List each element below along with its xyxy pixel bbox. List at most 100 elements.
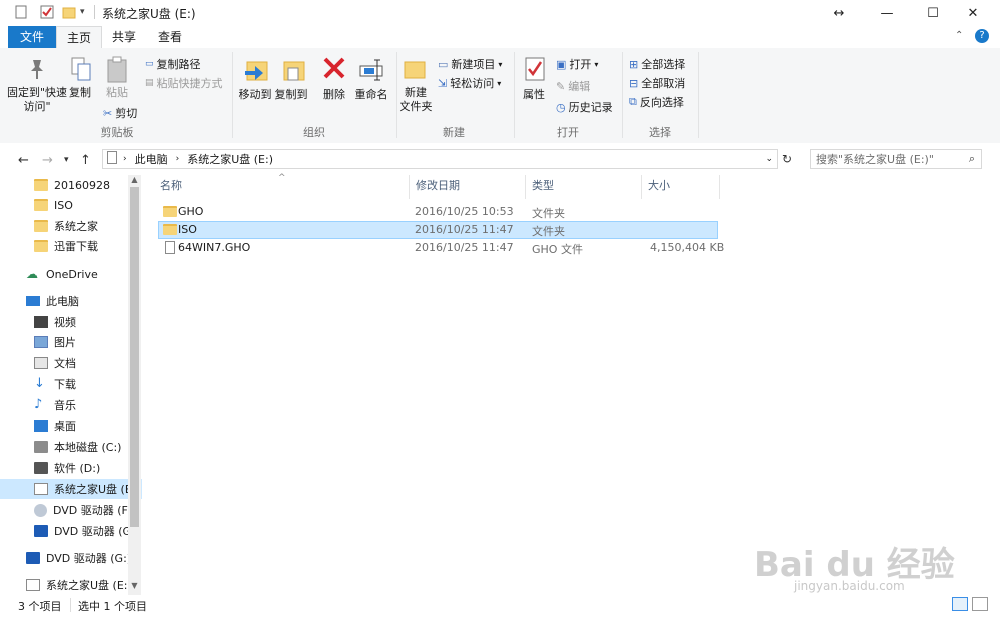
nav-scrollbar[interactable]: ▲ ▼ [128,175,141,595]
tab-share[interactable]: 共享 [104,26,144,48]
dvd-icon [34,503,47,517]
breadcrumb-separator-icon: › [175,154,180,164]
column-header-date[interactable]: 修改日期 [410,175,526,199]
address-bar[interactable]: › 此电脑 › 系统之家U盘 (E:) ⌄ [102,149,778,169]
select-all-icon: ⊞ [629,57,639,71]
file-row-64win7-gho[interactable]: 64WIN7.GHO 2016/10/25 11:47 GHO 文件 4,150… [158,239,724,257]
item-count: 3 个项目 [18,600,62,613]
folder-icon [34,240,48,252]
details-view-icon[interactable] [952,597,968,611]
window-title: 系统之家U盘 (E:) [102,7,196,21]
file-icon [165,241,175,257]
new-item-icon: ▭ [438,57,449,71]
forward-arrow-icon[interactable]: → [42,153,53,168]
download-icon: ↓ [34,376,45,391]
new-folder-icon[interactable] [62,5,76,19]
dvd-icon [26,552,40,564]
column-header-type[interactable]: 类型 [526,175,642,199]
move-to-icon [243,56,269,87]
edit-button[interactable]: ✎ 编辑 [556,78,590,94]
folder-icon [163,224,177,238]
file-list: ^ 名称 修改日期 类型 大小 GHO 2016/10/25 10:53 文件夹… [142,173,1000,595]
minimize-button[interactable]: — [864,0,910,26]
document-icon[interactable] [14,5,28,19]
copy-path-icon: ▭ [145,59,154,69]
drive-icon [34,462,48,474]
history-button[interactable]: ◷ 历史记录 [556,99,613,115]
pin-quick-access-button[interactable]: 固定到"快速访问" [6,86,68,114]
paste-icon [106,56,128,87]
tab-view[interactable]: 查看 [150,26,190,48]
group-divider [622,52,623,138]
new-item-button[interactable]: ▭ 新建项目 ▾ [438,56,502,72]
invert-selection-icon: ⧉ [629,95,637,108]
copy-path-button[interactable]: ▭ 复制路径 [145,56,201,72]
select-none-button[interactable]: ⊟ 全部取消 [629,75,685,91]
file-date: 2016/10/25 10:53 [415,205,514,218]
move-to-button[interactable]: 移动到 [236,88,274,102]
group-divider [232,52,233,138]
file-row-iso[interactable]: ISO 2016/10/25 11:47 文件夹 [158,221,718,239]
address-row: ← → ▾ ↑ › 此电脑 › 系统之家U盘 (E:) ⌄ ↻ 搜索"系统之家U… [0,143,1000,175]
select-all-button[interactable]: ⊞ 全部选择 [629,56,685,72]
file-size: 4,150,404 KB [650,241,725,254]
edit-icon: ✎ [556,79,566,93]
breadcrumb-current-drive[interactable]: 系统之家U盘 (E:) [187,151,273,167]
address-dropdown-icon[interactable]: ⌄ [765,154,773,164]
paste-button[interactable]: 粘贴 [102,86,132,100]
select-none-icon: ⊟ [629,76,639,90]
pin-icon [27,58,47,83]
scrollbar-thumb[interactable] [130,187,139,527]
file-type: 文件夹 [532,225,565,238]
search-input[interactable]: 搜索"系统之家U盘 (E:)" ⌕ [810,149,982,169]
open-group-label: 打开 [557,126,579,139]
paste-shortcut-button[interactable]: ▤ 粘贴快捷方式 [145,75,223,91]
back-arrow-icon[interactable]: ← [18,153,29,168]
file-name: 64WIN7.GHO [178,241,251,254]
folder-icon [34,220,48,232]
scroll-up-icon[interactable]: ▲ [128,175,141,187]
rename-icon [358,58,384,85]
recent-locations-chevron-icon[interactable]: ▾ [64,155,69,165]
divider [94,5,95,19]
delete-icon [322,56,346,83]
drive-location-icon [107,151,117,167]
delete-button[interactable]: 删除 [318,88,350,102]
collapse-ribbon-icon[interactable]: ⌃ [955,30,963,41]
copy-to-button[interactable]: 复制到 [272,88,310,102]
open-button[interactable]: ▣ 打开 ▾ [556,56,598,72]
tab-home[interactable]: 主页 [56,26,102,49]
open-icon: ▣ [556,57,567,71]
file-row-gho[interactable]: GHO 2016/10/25 10:53 文件夹 [158,203,718,221]
file-name: GHO [178,205,204,218]
column-header-size[interactable]: 大小 [642,175,720,199]
breadcrumb-separator-icon: › [123,154,127,164]
scissors-icon: ✂ [103,106,113,120]
help-icon[interactable]: ? [975,29,989,43]
new-group-label: 新建 [443,126,465,139]
customize-dropdown-icon[interactable]: ▾ [80,7,94,21]
clipboard-group-label: 剪贴板 [100,126,134,139]
new-folder-large-icon [404,58,426,83]
new-folder-button[interactable]: 新建 文件夹 [396,86,436,114]
rename-button[interactable]: 重命名 [352,88,390,102]
search-icon: ⌕ [968,152,975,165]
file-name: ISO [178,223,197,236]
column-header-name[interactable]: 名称 [154,175,410,199]
easy-access-button[interactable]: ⇲ 轻松访问 ▾ [438,75,501,91]
close-button[interactable]: ✕ [950,0,996,26]
cut-button[interactable]: ✂ 剪切 [103,105,137,121]
refresh-icon[interactable]: ↻ [782,152,792,166]
up-arrow-icon[interactable]: ↑ [80,153,91,168]
scroll-down-icon[interactable]: ▼ [128,581,141,593]
properties-icon [524,56,546,85]
properties-button[interactable]: 属性 [518,88,550,102]
breadcrumb-this-pc[interactable]: 此电脑 [135,151,168,167]
tab-file[interactable]: 文件 [8,26,56,48]
easy-access-icon: ⇲ [438,76,448,90]
invert-selection-button[interactable]: ⧉ 反向选择 [629,94,684,110]
copy-button[interactable]: 复制 [66,86,94,100]
large-icons-view-icon[interactable] [972,597,988,611]
status-bar: 3 个项目 选中 1 个项目 [0,595,1000,617]
properties-check-icon[interactable] [40,5,54,19]
